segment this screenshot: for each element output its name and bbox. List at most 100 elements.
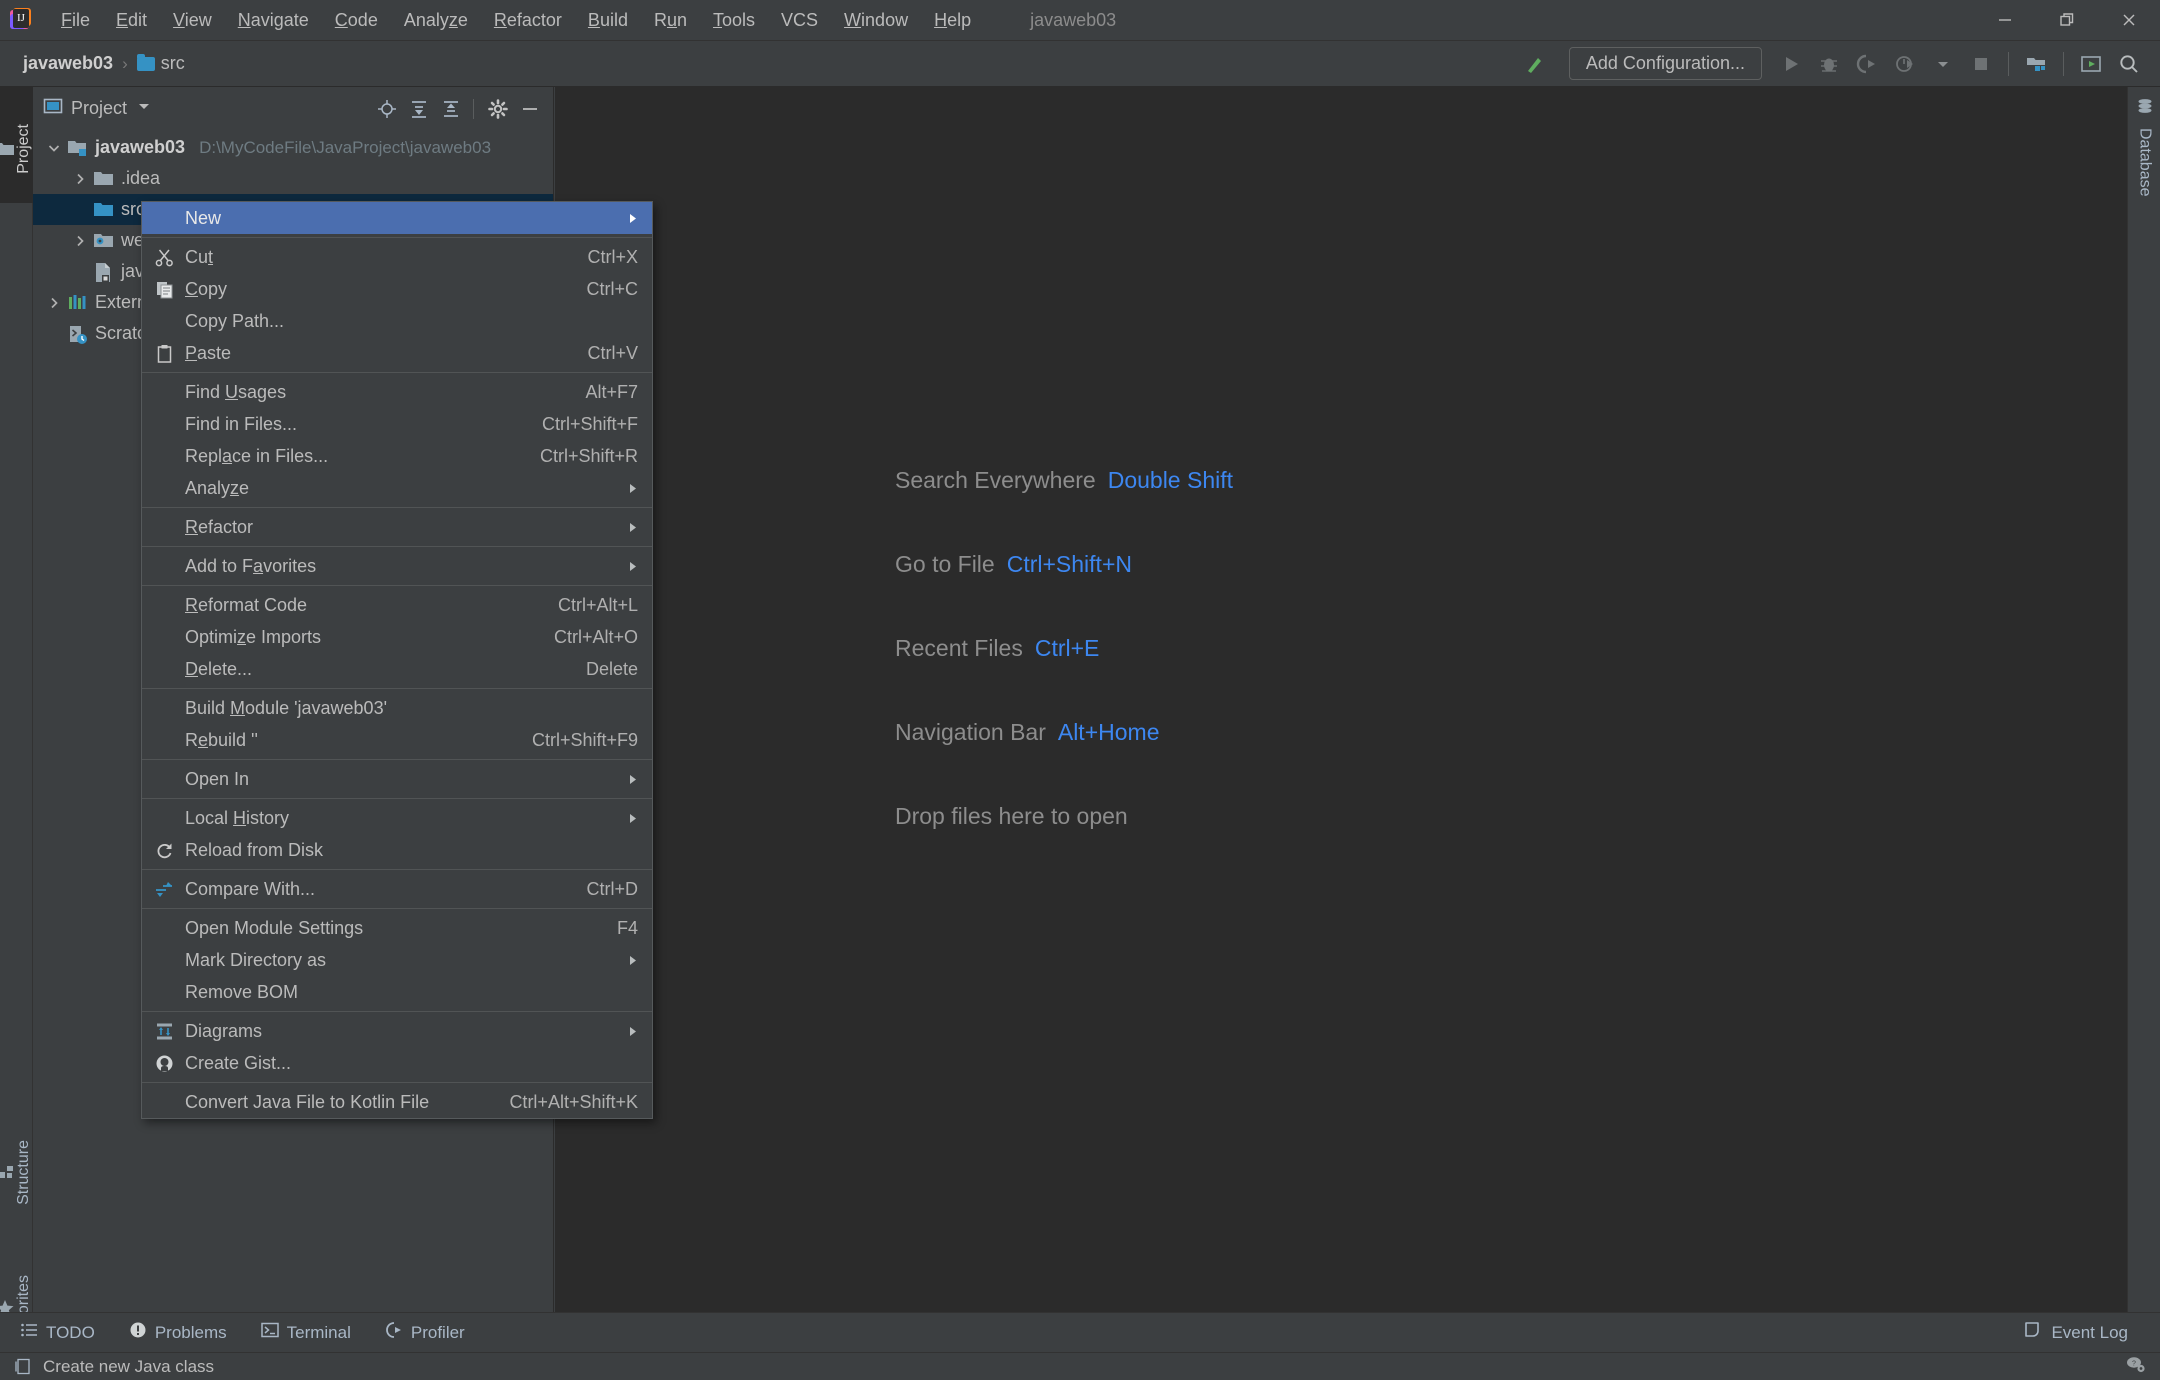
menu-item-local-history[interactable]: Local History: [142, 802, 652, 834]
menu-item-copy-path[interactable]: Copy Path...: [142, 305, 652, 337]
collapse-all-icon[interactable]: [436, 94, 466, 124]
bottom-tab-problems[interactable]: Problems: [115, 1318, 241, 1347]
scratches-icon: [67, 324, 89, 344]
bottom-tab-terminal[interactable]: Terminal: [247, 1318, 365, 1347]
sidebar-item-project-label: Project: [15, 124, 32, 174]
tree-node--idea[interactable]: .idea: [33, 163, 553, 194]
menu-item-build-module-javaweb03[interactable]: Build Module 'javaweb03': [142, 692, 652, 724]
project-panel-title: Project: [71, 98, 128, 118]
editor-hint-label: Go to File: [895, 551, 995, 577]
editor-area[interactable]: Search Everywhere Double Shift Go to File C…: [555, 87, 2127, 1320]
terminal-icon: [260, 1321, 279, 1344]
menu-refactor[interactable]: Refactor: [481, 7, 575, 34]
editor-hint-shortcut: Alt+Home: [1057, 719, 1160, 745]
profile-icon[interactable]: [1888, 47, 1922, 81]
chevron-right-icon[interactable]: [41, 296, 67, 310]
title-bar: IJ File Edit View Navigate Code Analyze Refact…: [0, 0, 2160, 41]
maximize-icon[interactable]: [2036, 0, 2098, 41]
bottom-tab-todo[interactable]: TODO: [6, 1318, 109, 1347]
menu-navigate[interactable]: Navigate: [225, 7, 322, 34]
menu-item-label: Find in Files...: [185, 413, 298, 434]
menu-item-diagrams[interactable]: Diagrams: [142, 1015, 652, 1047]
menu-bar: File Edit View Navigate Code Analyze Refactor B…: [48, 7, 984, 34]
add-configuration-button[interactable]: Add Configuration...: [1568, 47, 1762, 80]
menu-item-label: New: [185, 207, 222, 228]
menu-item-optimize-imports[interactable]: Optimize Imports Ctrl+Alt+O: [142, 621, 652, 653]
close-icon[interactable]: [2098, 0, 2160, 41]
menu-item-analyze[interactable]: Analyze: [142, 472, 652, 504]
menu-item-copy[interactable]: Copy Ctrl+C: [142, 273, 652, 305]
menu-item-add-to-favorites[interactable]: Add to Favorites: [142, 550, 652, 582]
editor-hint-shortcut: Ctrl+Shift+N: [1006, 551, 1132, 577]
menu-item-refactor[interactable]: Refactor: [142, 511, 652, 543]
menu-build[interactable]: Build: [575, 7, 641, 34]
chevron-down-icon[interactable]: [137, 99, 151, 118]
settings-gear-icon[interactable]: [483, 94, 513, 124]
menu-window[interactable]: Window: [831, 7, 921, 34]
menu-tools[interactable]: Tools: [700, 7, 768, 34]
menu-analyze[interactable]: Analyze: [391, 7, 481, 34]
menu-separator: [142, 546, 652, 547]
run-with-coverage-icon[interactable]: [1850, 47, 1884, 81]
search-icon[interactable]: [2112, 47, 2146, 81]
menu-item-open-module-settings[interactable]: Open Module Settings F4: [142, 912, 652, 944]
menu-item-delete[interactable]: Delete... Delete: [142, 653, 652, 685]
menu-item-cut[interactable]: Cut Ctrl+X: [142, 241, 652, 273]
event-log-button[interactable]: Event Log: [2008, 1317, 2142, 1348]
menu-item-label: Reload from Disk: [185, 839, 324, 860]
expand-all-icon[interactable]: [404, 94, 434, 124]
menu-item-mark-directory-as[interactable]: Mark Directory as: [142, 944, 652, 976]
menu-separator: [142, 372, 652, 373]
chevron-right-icon[interactable]: [67, 172, 93, 186]
bottom-tab-profiler[interactable]: Profiler: [371, 1318, 479, 1347]
help-settings-icon[interactable]: ?: [2124, 1354, 2146, 1379]
menu-code[interactable]: Code: [322, 7, 391, 34]
menu-edit[interactable]: Edit: [103, 7, 160, 34]
chevron-right-icon[interactable]: [67, 234, 93, 248]
menu-run[interactable]: Run: [641, 7, 700, 34]
stop-icon[interactable]: [1964, 47, 1998, 81]
intellij-logo-icon: IJ: [10, 8, 34, 32]
chevron-down-icon[interactable]: [41, 141, 67, 155]
debug-icon[interactable]: [1812, 47, 1846, 81]
menu-item-open-in[interactable]: Open In: [142, 763, 652, 795]
menu-item-rebuild-default[interactable]: Rebuild '' Ctrl+Shift+F9: [142, 724, 652, 756]
run-icon[interactable]: [1774, 47, 1808, 81]
presentation-icon[interactable]: [2074, 47, 2108, 81]
menu-vcs[interactable]: VCS: [768, 7, 831, 34]
menu-item-remove-bom[interactable]: Remove BOM: [142, 976, 652, 1008]
menu-item-paste[interactable]: Paste Ctrl+V: [142, 337, 652, 369]
breadcrumb-item-src[interactable]: src: [130, 50, 192, 77]
menu-file[interactable]: File: [48, 7, 103, 34]
menu-item-reload-from-disk[interactable]: Reload from Disk: [142, 834, 652, 866]
left-tool-strip: Project Structure Favorites: [0, 87, 33, 1340]
sidebar-item-project[interactable]: Project: [0, 87, 33, 203]
menu-item-replace-in-files[interactable]: Replace in Files... Ctrl+Shift+R: [142, 440, 652, 472]
menu-item-reformat-code[interactable]: Reformat Code Ctrl+Alt+L: [142, 589, 652, 621]
menu-item-convert-java-file-to-kotlin-file[interactable]: Convert Java File to Kotlin File Ctrl+Alt…: [142, 1086, 652, 1118]
right-tool-strip: Database: [2127, 87, 2160, 1334]
tree-node-javaweb03[interactable]: javaweb03 D:\MyCodeFile\JavaProject\javaw…: [33, 132, 553, 163]
menu-item-compare-with[interactable]: Compare With... Ctrl+D: [142, 873, 652, 905]
submenu-arrow-icon: [626, 954, 652, 967]
menu-item-find-in-files[interactable]: Find in Files... Ctrl+Shift+F: [142, 408, 652, 440]
project-structure-icon[interactable]: [2019, 47, 2053, 81]
menu-item-new[interactable]: New: [142, 202, 652, 234]
context-menu[interactable]: New Cut Ctrl+X Copy Ctrl+C Copy Path... Paste C…: [141, 201, 653, 1119]
sidebar-item-database[interactable]: Database: [2128, 97, 2160, 197]
menu-item-find-usages[interactable]: Find Usages Alt+F7: [142, 376, 652, 408]
breadcrumb-item-javaweb03[interactable]: javaweb03: [16, 50, 120, 77]
sidebar-item-structure[interactable]: Structure: [0, 1107, 33, 1231]
chevron-down-icon[interactable]: [1926, 47, 1960, 81]
menu-help[interactable]: Help: [921, 7, 984, 34]
menu-item-create-gist[interactable]: Create Gist...: [142, 1047, 652, 1079]
hide-icon[interactable]: [515, 94, 545, 124]
hammer-icon[interactable]: [1517, 47, 1551, 81]
editor-hint-2: Recent Files Ctrl+E: [895, 635, 1233, 662]
minimize-icon[interactable]: [1974, 0, 2036, 41]
bottom-tab-profiler-label: Profiler: [410, 1322, 465, 1342]
window-controls: [1974, 0, 2160, 41]
breadcrumb-label: src: [160, 53, 185, 73]
scroll-from-source-icon[interactable]: [372, 94, 402, 124]
menu-view[interactable]: View: [160, 7, 225, 34]
